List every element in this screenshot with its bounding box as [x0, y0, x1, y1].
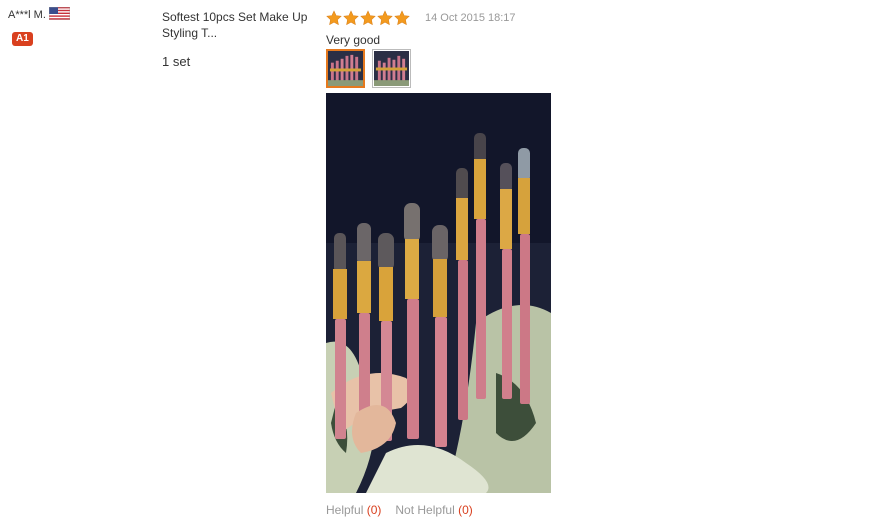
not-helpful-label: Not Helpful: [395, 503, 455, 517]
helpful-button[interactable]: Helpful (0): [326, 503, 381, 517]
review-content: 14 Oct 2015 18:17 Very good Helpful (0) …: [326, 10, 746, 517]
star-icon: [377, 10, 393, 26]
not-helpful-button[interactable]: Not Helpful (0): [395, 503, 472, 517]
order-quantity: 1 set: [162, 54, 191, 69]
makeup-brushes-thumb-icon: [328, 51, 363, 86]
us-flag-icon: [48, 7, 70, 20]
review-date: 14 Oct 2015 18:17: [425, 12, 516, 24]
star-icon: [343, 10, 359, 26]
makeup-brushes-thumb-icon: [374, 51, 409, 86]
helpful-count: (0): [366, 503, 382, 517]
review-photo-thumbnails: [326, 49, 746, 88]
star-icon: [394, 10, 410, 26]
buyer-info: A***l M. A1: [8, 7, 148, 46]
not-helpful-count: (0): [458, 503, 473, 517]
product-title-link[interactable]: Softest 10pcs Set Make Up Styling T...: [162, 9, 312, 41]
helpful-feedback-row: Helpful (0) Not Helpful (0): [326, 503, 746, 517]
buyer-name-row: A***l M.: [8, 7, 148, 21]
order-info: Softest 10pcs Set Make Up Styling T... 1…: [162, 9, 312, 69]
helpful-label: Helpful: [326, 503, 364, 517]
review-text: Very good: [326, 33, 381, 47]
review-photo-thumb-1[interactable]: [326, 49, 365, 88]
buyer-name: A***l M.: [8, 8, 46, 21]
star-rating: [326, 10, 410, 26]
review-photo-large[interactable]: [326, 93, 551, 493]
buyer-level-badge: A1: [12, 32, 33, 46]
star-icon: [326, 10, 342, 26]
rating-row: 14 Oct 2015 18:17: [326, 10, 746, 26]
review-photo-thumb-2[interactable]: [372, 49, 411, 88]
star-icon: [360, 10, 376, 26]
